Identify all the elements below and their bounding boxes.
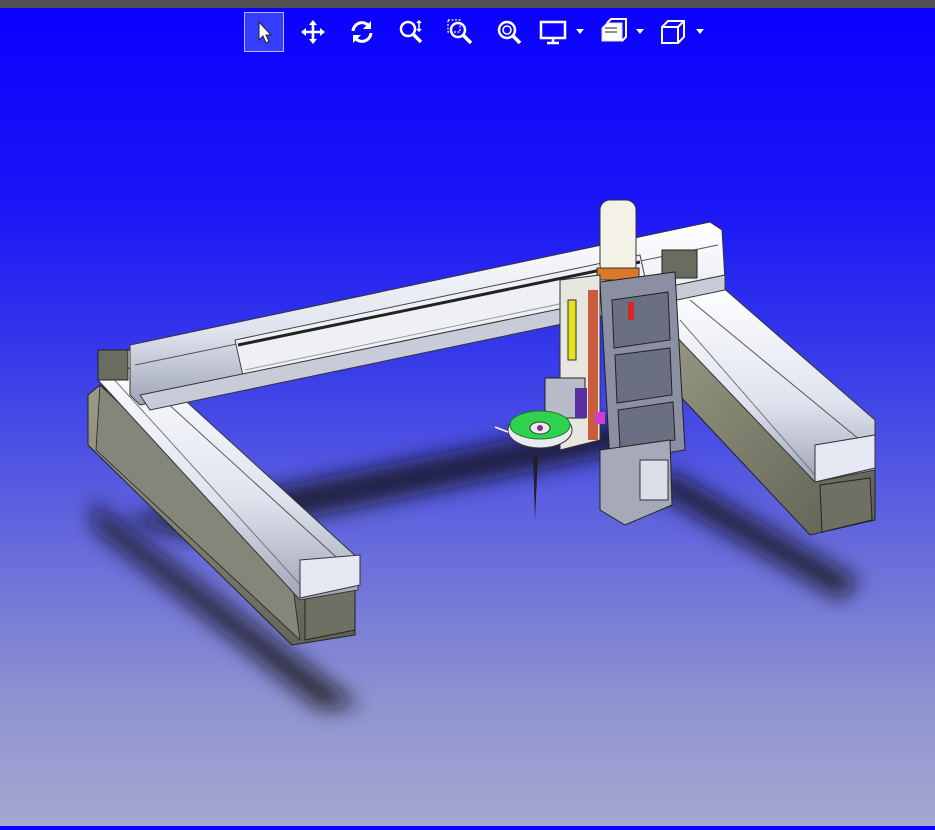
view-style-dropdown[interactable] xyxy=(598,12,658,52)
select-arrow-icon xyxy=(258,20,273,44)
view-toolbar xyxy=(244,12,718,52)
zoom-button[interactable] xyxy=(391,12,431,52)
zoom-fit-button[interactable] xyxy=(489,12,529,52)
pan-move-icon xyxy=(301,20,325,44)
zoom-fit-icon xyxy=(497,20,522,45)
window-top-border xyxy=(0,0,935,8)
rotate-icon xyxy=(351,21,373,43)
zoom-window-button[interactable] xyxy=(440,12,480,52)
view-orientation-dropdown[interactable] xyxy=(658,12,718,52)
rotate-button[interactable] xyxy=(342,12,382,52)
chevron-down-icon xyxy=(636,29,644,34)
3d-viewport[interactable] xyxy=(0,60,935,826)
gantry-robot-model xyxy=(87,199,876,710)
pan-button[interactable] xyxy=(293,12,333,52)
chevron-down-icon xyxy=(696,29,704,34)
display-mode-dropdown[interactable] xyxy=(538,12,598,52)
zoom-icon xyxy=(399,19,423,44)
chevron-down-icon xyxy=(576,29,584,34)
cube-icon xyxy=(661,20,685,44)
layers-icon xyxy=(601,18,627,42)
zoom-window-icon xyxy=(447,19,473,45)
monitor-icon xyxy=(539,20,567,45)
select-button[interactable] xyxy=(244,12,284,52)
